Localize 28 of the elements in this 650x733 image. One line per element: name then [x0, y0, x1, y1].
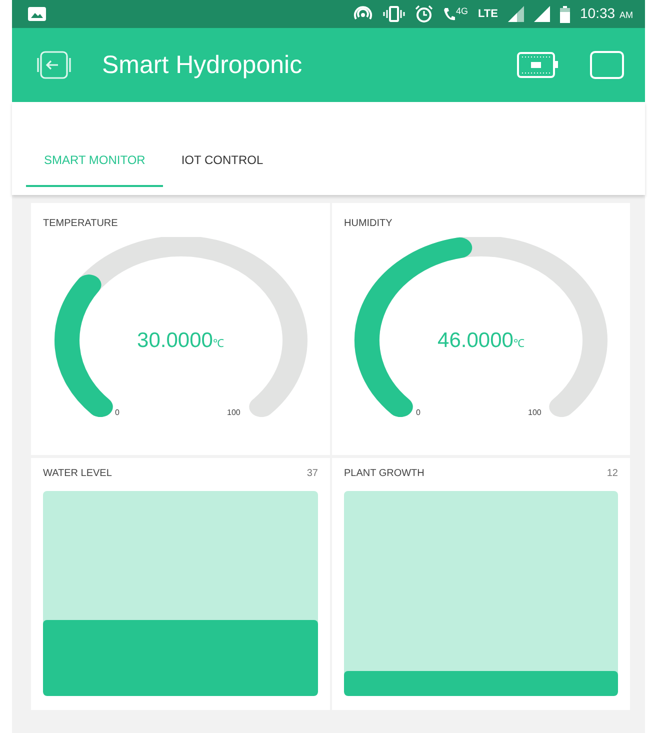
- hotspot-icon: [353, 6, 374, 22]
- gauge-max: 100: [528, 408, 542, 417]
- vibrate-icon: [383, 6, 406, 22]
- gauge-value: 30.0000℃: [137, 329, 224, 352]
- tab[interactable]: IOT CONTROL: [163, 134, 282, 186]
- battery-icon: [560, 6, 570, 22]
- device-icon[interactable]: [517, 51, 559, 79]
- lte-indicator: LTE: [478, 8, 498, 20]
- gauge-max: 100: [227, 408, 240, 417]
- image-icon: [28, 7, 46, 21]
- tank-reading: 37: [306, 468, 318, 479]
- alarm-icon: [415, 5, 434, 23]
- gauge-label: TEMPERATURE: [43, 218, 118, 229]
- tank-label: PLANT GROWTH: [344, 468, 424, 479]
- tank-reading: 12: [606, 468, 618, 479]
- phone-icon: [443, 6, 456, 22]
- square-icon[interactable]: [589, 50, 625, 80]
- gauge-value: 46.0000℃: [438, 329, 524, 352]
- gauge-label: HUMIDITY: [344, 218, 392, 229]
- gauge-min: 0: [416, 408, 420, 417]
- network-type: 4G: [456, 6, 468, 16]
- signal-icon: [534, 6, 550, 22]
- status-time: 10:33 AM: [580, 5, 633, 23]
- gauge-min: 0: [115, 408, 120, 417]
- signal-icon: [508, 6, 524, 22]
- app-title: Smart Hydroponic: [102, 50, 304, 80]
- tank-label: WATER LEVEL: [43, 468, 112, 479]
- exit-icon[interactable]: [36, 50, 72, 80]
